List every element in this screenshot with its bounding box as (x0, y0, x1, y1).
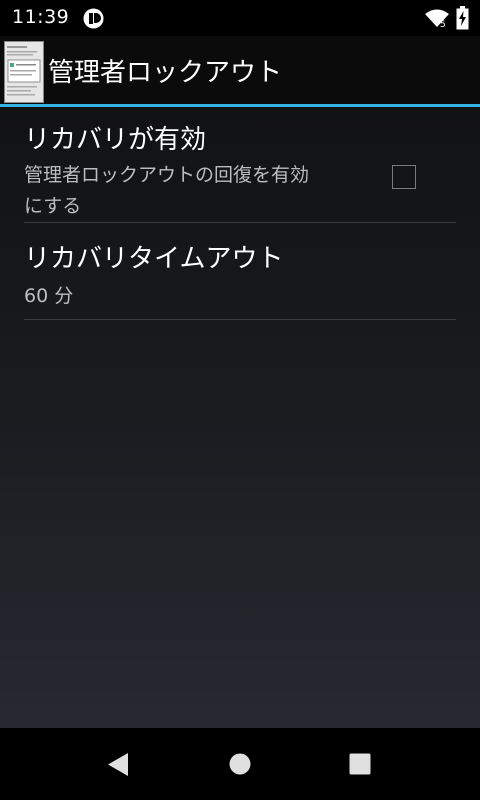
app-thumbnail-icon[interactable] (4, 41, 44, 103)
back-icon[interactable] (107, 752, 129, 777)
wifi-icon: 5 (425, 9, 449, 28)
pref-title: リカバリが有効 (24, 125, 207, 155)
recents-icon[interactable] (349, 753, 371, 775)
list-divider (24, 222, 456, 223)
screen: 11:39 5 管理者ロックアウト リカバリが有効 管理者ロックアウトの回復を有… (0, 0, 480, 800)
battery-level-text: 5 (440, 20, 446, 28)
page-title: 管理者ロックアウト (48, 58, 283, 88)
action-bar: 管理者ロックアウト (0, 36, 480, 104)
battery-charging-icon (456, 6, 469, 30)
status-time: 11:39 (12, 6, 70, 28)
pref-summary: 60 分 (24, 285, 74, 307)
pref-title: リカバリタイムアウト (24, 244, 284, 274)
pref-item-recovery-timeout[interactable]: リカバリタイムアウト 60 分 (24, 238, 456, 313)
status-bar: 11:39 5 (0, 0, 480, 36)
list-divider (24, 319, 456, 320)
recovery-enabled-checkbox[interactable] (392, 165, 416, 189)
pref-item-recovery-enabled[interactable]: リカバリが有効 管理者ロックアウトの回復を有効 にする (24, 119, 456, 219)
notification-badge-icon (83, 8, 104, 29)
pref-summary-line: にする (24, 195, 82, 217)
preferences-list: リカバリが有効 管理者ロックアウトの回復を有効 にする リカバリタイムアウト 6… (0, 107, 480, 728)
home-icon[interactable] (229, 753, 251, 775)
